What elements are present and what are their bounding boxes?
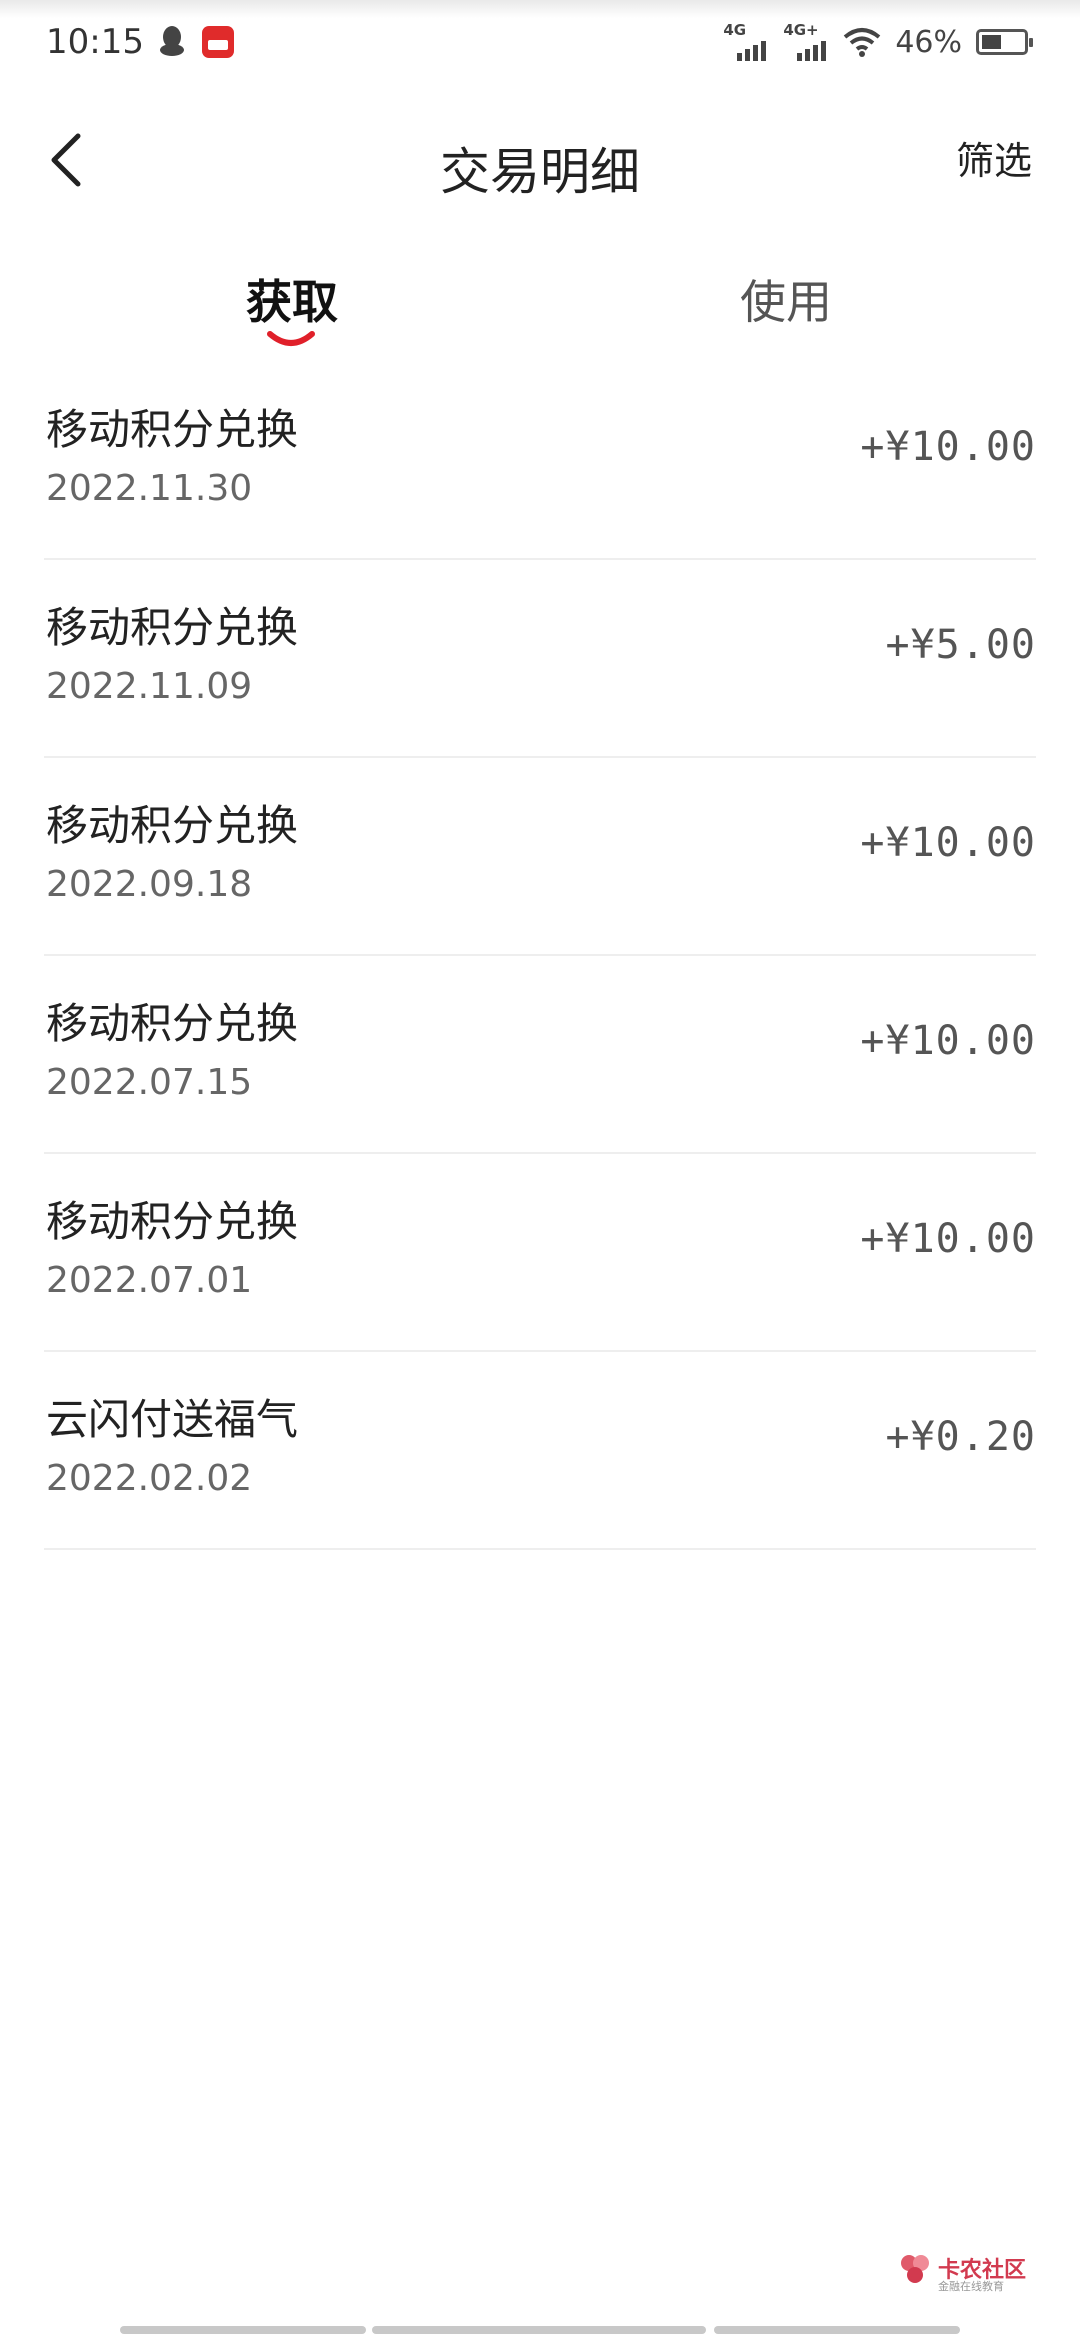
transaction-row[interactable]: 移动积分兑换 2022.09.18 +¥10.00 <box>44 758 1036 956</box>
transaction-amount: +¥10.00 <box>860 1216 1036 1262</box>
status-indicators: 4G 4G+ 46% <box>723 21 1033 62</box>
watermark-logo-icon <box>901 2255 929 2283</box>
signal-1-label: 4G <box>723 21 747 39</box>
transaction-amount: +¥0.20 <box>885 1414 1036 1460</box>
transaction-amount: +¥5.00 <box>885 622 1036 668</box>
transaction-row[interactable]: 移动积分兑换 2022.07.01 +¥10.00 <box>44 1154 1036 1352</box>
transaction-title: 移动积分兑换 <box>46 405 299 454</box>
transaction-row[interactable]: 云闪付送福气 2022.02.02 +¥0.20 <box>44 1352 1036 1550</box>
signal-2-label: 4G+ <box>783 21 819 39</box>
transaction-title: 移动积分兑换 <box>46 999 299 1048</box>
tab-use[interactable]: 使用 <box>740 266 832 332</box>
watermark-subtext: 金融在线教育 <box>938 2280 1004 2293</box>
status-bar: 10:15 4G 4G+ 46% <box>0 0 1080 90</box>
gesture-bar <box>0 2326 1080 2336</box>
transaction-date: 2022.07.01 <box>46 1260 253 1301</box>
screen: 10:15 4G 4G+ 46% 交易明细 筛选 获取 使用 移动积分兑换 20… <box>0 0 1080 2340</box>
wifi-icon <box>844 28 881 57</box>
transaction-title: 云闪付送福气 <box>46 1395 299 1444</box>
transaction-date: 2022.11.30 <box>46 468 253 509</box>
cell-signal-2-icon: 4G+ <box>783 21 829 61</box>
transaction-amount: +¥10.00 <box>860 820 1036 866</box>
status-time: 10:15 <box>46 22 144 62</box>
transaction-row[interactable]: 移动积分兑换 2022.11.09 +¥5.00 <box>44 560 1036 758</box>
transaction-date: 2022.07.15 <box>46 1062 253 1103</box>
battery-percent: 46% <box>895 24 962 60</box>
app-notification-icon <box>202 26 234 58</box>
header: 交易明细 筛选 <box>0 100 1080 220</box>
watermark: 卡农社区 金融在线教育 <box>898 2250 1048 2293</box>
transaction-title: 移动积分兑换 <box>46 801 299 850</box>
transaction-date: 2022.11.09 <box>46 666 253 707</box>
tab-bar: 获取 使用 <box>0 250 1080 360</box>
page-title: 交易明细 <box>440 143 640 201</box>
transaction-row[interactable]: 移动积分兑换 2022.07.15 +¥10.00 <box>44 956 1036 1154</box>
gesture-bar-segment <box>120 2326 366 2334</box>
transaction-amount: +¥10.00 <box>860 1018 1036 1064</box>
transaction-date: 2022.02.02 <box>46 1458 253 1499</box>
transaction-list: 移动积分兑换 2022.11.30 +¥10.00 移动积分兑换 2022.11… <box>44 362 1036 1550</box>
tab-get[interactable]: 获取 <box>246 266 338 332</box>
transaction-date: 2022.09.18 <box>46 864 253 905</box>
transaction-amount: +¥10.00 <box>860 424 1036 470</box>
filter-button[interactable]: 筛选 <box>956 130 1032 185</box>
cell-signal-1-icon: 4G <box>723 21 769 61</box>
tab-active-indicator <box>267 331 315 346</box>
battery-icon <box>976 29 1033 55</box>
transaction-row[interactable]: 移动积分兑换 2022.11.30 +¥10.00 <box>44 362 1036 560</box>
gesture-bar-segment <box>372 2326 706 2334</box>
qq-penguin-icon <box>160 26 184 56</box>
transaction-title: 移动积分兑换 <box>46 1197 299 1246</box>
battery-fill <box>982 35 1002 49</box>
gesture-bar-segment <box>714 2326 960 2334</box>
transaction-title: 移动积分兑换 <box>46 603 299 652</box>
